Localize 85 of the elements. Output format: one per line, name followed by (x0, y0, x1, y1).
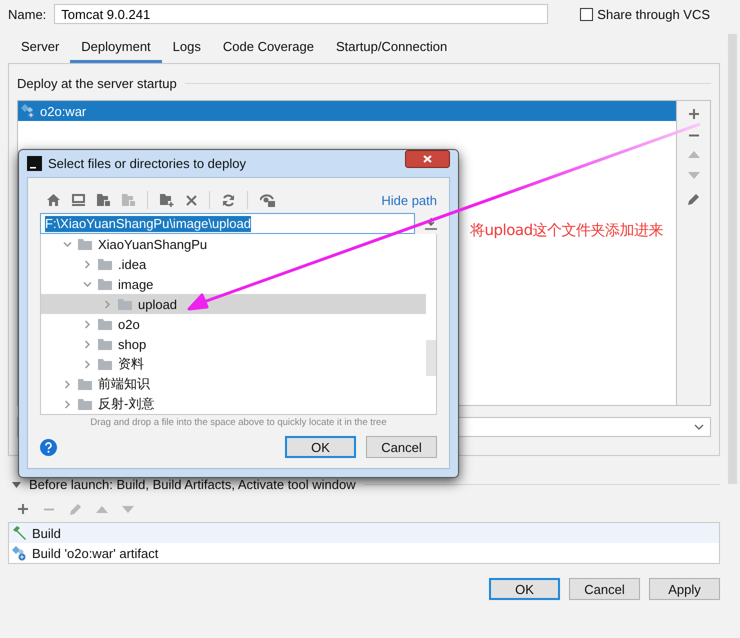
item-label: o2o:war (40, 104, 86, 118)
section-title: Deploy at the server startup (17, 76, 177, 91)
dialog-button[interactable]: Cancel (569, 578, 640, 600)
tree-row[interactable]: o2o (41, 314, 426, 334)
selected-text: F:\XiaoYuanShangPu\image\upload (45, 216, 251, 232)
refresh-icon[interactable] (222, 194, 235, 206)
tree-label: shop (118, 336, 146, 352)
folder-icon (78, 378, 92, 390)
list-item[interactable]: Build (9, 523, 719, 543)
tree-label: upload (138, 296, 178, 312)
tree-row[interactable]: image (41, 274, 426, 294)
folder-icon (98, 278, 112, 290)
chevron-right-icon[interactable] (83, 320, 92, 328)
new-folder-icon[interactable] (160, 194, 174, 206)
hint-text: Drag and drop a file into the space above to quickly locate it in the tree (89, 417, 388, 428)
tree-label: o2o (118, 316, 140, 332)
desktop-icon[interactable] (72, 194, 85, 206)
tree-label: 反射-刘意 (98, 395, 154, 413)
chevron-right-icon[interactable] (83, 260, 92, 268)
home-icon[interactable] (47, 194, 60, 206)
tree-label: 资料 (118, 355, 144, 373)
checkbox[interactable] (580, 8, 594, 20)
chevron-down-icon[interactable] (83, 280, 92, 288)
chevron-right-icon[interactable] (103, 300, 112, 308)
tree-row[interactable]: 前端知识 (41, 374, 426, 394)
hammer-icon (12, 526, 27, 540)
hide-path-link[interactable]: Hide path (381, 192, 437, 208)
add-icon[interactable] (17, 503, 29, 515)
name-field[interactable]: Tomcat 9.0.241 (54, 4, 548, 24)
tree-row[interactable]: 资料 (41, 354, 426, 374)
chevron-right-icon[interactable] (83, 360, 92, 368)
edit-icon[interactable] (687, 193, 700, 206)
close-icon (423, 155, 432, 163)
tree-label: image (118, 276, 154, 292)
eye-icon[interactable] (260, 194, 275, 206)
chevron-down-icon[interactable] (63, 240, 72, 248)
collapse-triangle-icon[interactable] (12, 482, 21, 488)
tree-row[interactable]: 反射-刘意 (41, 394, 426, 414)
chevron-right-icon[interactable] (63, 380, 72, 388)
list-item[interactable]: o2o:war (18, 101, 676, 121)
artifact-icon (12, 546, 27, 560)
folder-icon[interactable] (97, 194, 110, 206)
add-icon[interactable] (688, 108, 700, 120)
list-item[interactable]: Build 'o2o:war' artifact (9, 543, 719, 563)
tree-row[interactable]: XiaoYuanShangPu (41, 234, 426, 254)
app-logo-icon (27, 156, 42, 171)
item-label: Build (32, 526, 61, 540)
dialog-button[interactable]: OK (489, 578, 560, 600)
dialog-title: Select files or directories to deploy (48, 156, 246, 171)
delete-icon[interactable] (186, 194, 197, 206)
name-label: Name: (8, 6, 46, 22)
tree-row[interactable]: upload (41, 294, 426, 314)
tab[interactable]: Server (10, 36, 70, 63)
folder-icon (98, 338, 112, 350)
folder-icon (98, 358, 112, 370)
close-button[interactable] (405, 150, 450, 168)
tree-row[interactable]: .idea (41, 254, 426, 274)
dialog-button[interactable]: OK (285, 436, 356, 458)
artifact-icon (21, 104, 36, 118)
tab[interactable]: Logs (162, 36, 212, 63)
tab[interactable]: Code Coverage (212, 36, 325, 63)
section-title: Before launch: Build, Build Artifacts, Activate tool window (29, 477, 356, 492)
chevron-right-icon[interactable] (83, 340, 92, 348)
dialog-button[interactable]: Cancel (366, 436, 437, 458)
download-icon[interactable] (425, 218, 437, 230)
help-icon[interactable] (40, 438, 57, 456)
tree-label: .idea (118, 256, 146, 272)
tree-label: 前端知识 (98, 375, 150, 393)
chevron-down-icon (694, 424, 704, 430)
annotation-text: 将upload这个文件夹添加进来 (470, 221, 664, 240)
folder-icon (98, 258, 112, 270)
folder-icon (78, 398, 92, 410)
remove-icon[interactable] (688, 134, 700, 137)
item-label: Build 'o2o:war' artifact (32, 546, 158, 560)
folder-icon (118, 298, 132, 310)
dialog-button[interactable]: Apply (649, 578, 720, 600)
path-field[interactable]: F:\XiaoYuanShangPu\image\upload (40, 213, 415, 234)
folder-icon (78, 238, 92, 250)
chevron-right-icon[interactable] (63, 400, 72, 408)
tab[interactable]: Startup/Connection (324, 36, 458, 63)
scrollbar-thumb[interactable] (426, 340, 436, 376)
folder-icon (98, 318, 112, 330)
tree-label: XiaoYuanShangPu (98, 236, 208, 252)
tree-row[interactable]: shop (41, 334, 426, 354)
share-label: Share through VCS (597, 6, 710, 22)
